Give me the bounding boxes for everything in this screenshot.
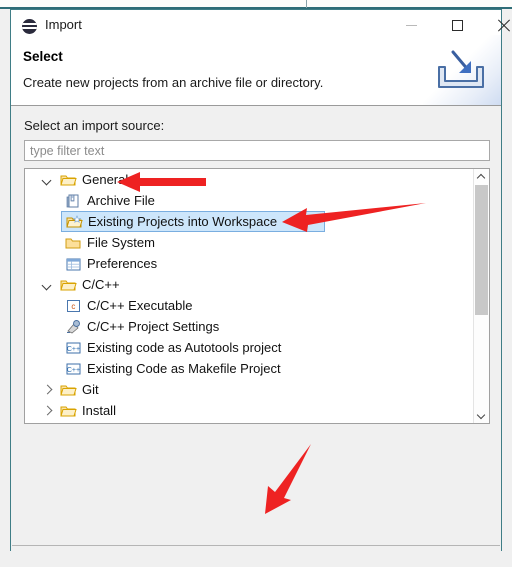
minimize-icon <box>406 25 417 26</box>
tree-item-c-c[interactable]: C/C++ <box>25 274 475 295</box>
scroll-down-button[interactable] <box>474 408 489 423</box>
page-title: Select <box>23 49 63 64</box>
screenshot-root: Import Select Create new projects from a… <box>0 0 512 567</box>
folder-icon <box>60 277 77 293</box>
tree-item-label: Existing Code as Makefile Project <box>87 360 281 376</box>
import-source-label: Select an import source: <box>24 118 165 133</box>
folder-icon <box>60 172 77 188</box>
tree-item-existing-projects-into-workspace[interactable]: Existing Projects into Workspace <box>61 211 325 232</box>
svg-text:C++: C++ <box>67 367 80 374</box>
tree-list: General Archive File Existing Projects int… <box>25 169 475 421</box>
wizard-banner <box>423 35 501 105</box>
tree-item-label: Git <box>82 381 99 397</box>
archive-file-icon <box>65 193 82 209</box>
chevron-right-icon[interactable] <box>42 406 52 416</box>
wizard-header: Select Create new projects from an archi… <box>11 35 501 106</box>
tree-item-existing-code-as-autotools-project[interactable]: C++ Existing code as Autotools project <box>25 337 475 358</box>
tree-item-general[interactable]: General <box>25 169 475 190</box>
tree-item-label: C/C++ Executable <box>87 297 193 313</box>
cpp-code-icon: C++ <box>65 361 82 377</box>
svg-text:c: c <box>71 302 75 311</box>
file-system-folder-icon <box>65 235 82 251</box>
scroll-up-button[interactable] <box>474 169 489 184</box>
desktop-background <box>0 0 512 7</box>
tree-item-install[interactable]: Install <box>25 400 475 421</box>
chevron-up-icon <box>478 173 485 180</box>
import-dialog: Import Select Create new projects from a… <box>10 9 502 567</box>
tree-item-label: Existing code as Autotools project <box>87 339 282 355</box>
tree-item-label: Preferences <box>87 255 158 271</box>
tree-item-label: C/C++ Project Settings <box>87 318 220 334</box>
close-icon <box>497 19 510 32</box>
filter-input[interactable] <box>24 140 490 161</box>
folder-icon <box>60 382 77 398</box>
chevron-right-icon[interactable] <box>42 385 52 395</box>
tree-item-c-c-project-settings[interactable]: C/C++ Project Settings <box>25 316 475 337</box>
chevron-down-icon[interactable] <box>42 175 52 185</box>
import-wizard-icon <box>438 50 484 88</box>
tree-item-label: Archive File <box>87 192 155 208</box>
tree-item-label: C/C++ <box>82 276 120 292</box>
background-window-divider <box>306 0 307 8</box>
tree-scrollbar[interactable] <box>473 169 489 423</box>
tree-item-c-c-executable[interactable]: c C/C++ Executable <box>25 295 475 316</box>
svg-text:C++: C++ <box>67 346 80 353</box>
dialog-body: Select an import source: General Archive … <box>11 106 501 567</box>
tree-item-existing-code-as-makefile-project[interactable]: C++ Existing Code as Makefile Project <box>25 358 475 379</box>
folder-icon <box>60 403 77 419</box>
eclipse-icon <box>22 19 37 34</box>
existing-projects-icon <box>66 214 83 230</box>
import-source-tree[interactable]: General Archive File Existing Projects int… <box>24 168 490 424</box>
c-project-settings-icon <box>65 319 82 335</box>
cpp-code-icon: C++ <box>65 340 82 356</box>
tree-item-file-system[interactable]: File System <box>25 232 475 253</box>
page-description: Create new projects from an archive file… <box>23 75 324 90</box>
tree-item-git[interactable]: Git <box>25 379 475 400</box>
tree-item-label: File System <box>87 234 155 250</box>
chevron-down-icon[interactable] <box>42 280 52 290</box>
preferences-icon <box>65 256 82 272</box>
maximize-icon <box>452 20 463 31</box>
tree-item-label: Install <box>82 402 116 418</box>
dialog-footer: ? < Back Next > Finish Cancel <box>11 546 501 567</box>
tree-item-archive-file[interactable]: Archive File <box>25 190 475 211</box>
tree-item-label: Existing Projects into Workspace <box>88 213 278 229</box>
tree-item-preferences[interactable]: Preferences <box>25 253 475 274</box>
c-executable-icon: c <box>65 298 82 314</box>
window-title: Import <box>45 17 82 32</box>
scrollbar-thumb[interactable] <box>475 185 488 315</box>
tree-item-label: General <box>82 171 129 187</box>
chevron-down-icon <box>478 412 485 419</box>
